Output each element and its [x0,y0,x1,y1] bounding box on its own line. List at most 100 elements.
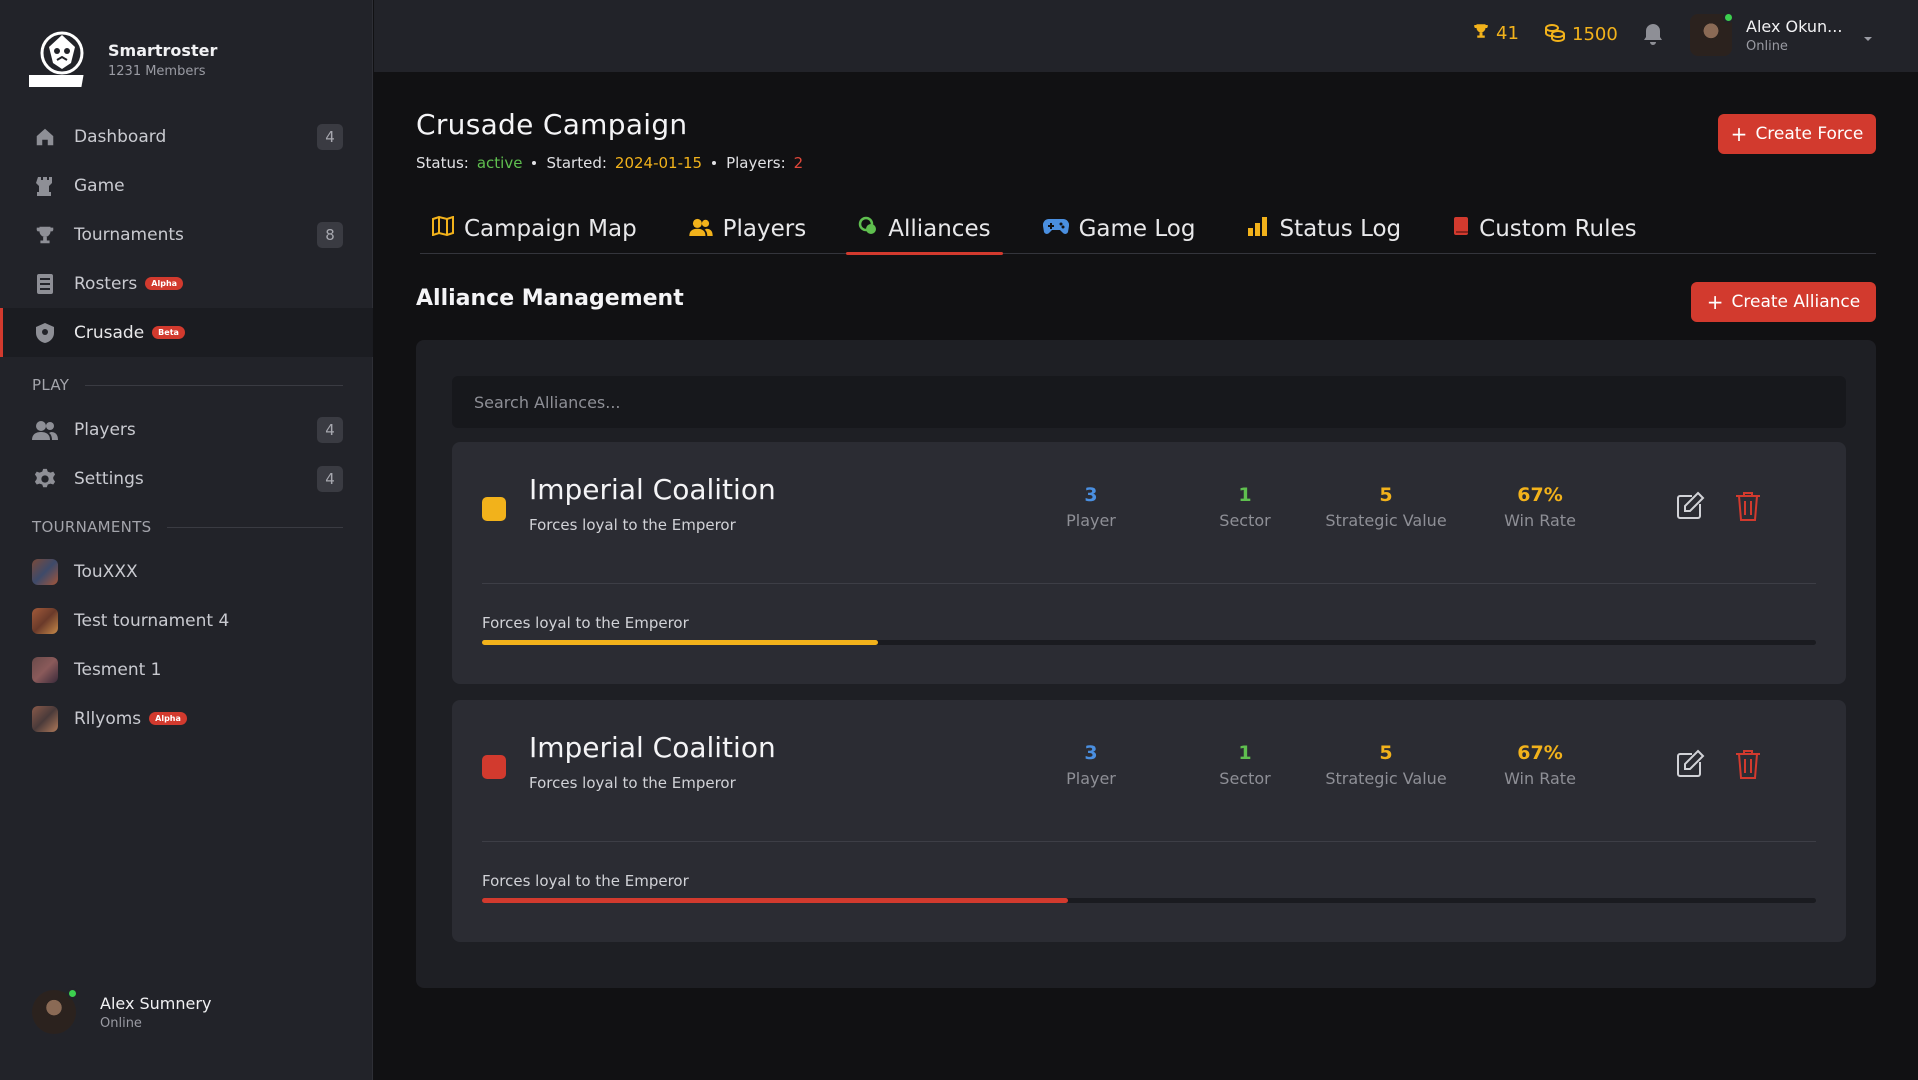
stat-win-rate: 67% Win Rate [1470,484,1610,530]
tab-custom-rules[interactable]: Custom Rules [1441,204,1648,254]
edit-icon[interactable] [1674,490,1706,526]
nav-item-game[interactable]: Game [0,161,373,210]
create-alliance-label: Create Alliance [1731,292,1861,312]
plus-icon: + [1730,122,1748,146]
status-value: active [476,154,523,172]
tournament-item[interactable]: TouXXX [0,547,373,596]
started-label: Started: [546,154,607,172]
started-value: 2024-01-15 [614,154,703,172]
tournament-item[interactable]: Tesment 1 [0,645,373,694]
section-label: PLAY [32,376,70,394]
nav-count: 4 [317,417,343,443]
stat-value: 67% [1517,742,1563,764]
trash-icon[interactable] [1734,748,1762,784]
tab-alliances[interactable]: Alliances [846,204,1003,255]
nav-count: 4 [317,466,343,492]
stat-win-rate: 67% Win Rate [1470,742,1610,788]
alliance-icon [858,216,878,242]
nav-label: Game [74,175,125,196]
topbar-user[interactable]: Alex Okun... Online [1690,12,1843,56]
bell-icon[interactable] [1642,22,1664,50]
edit-icon[interactable] [1674,748,1706,784]
nav-label: Tournaments [74,224,184,245]
brand[interactable]: Smartroster 1231 Members [28,26,217,94]
tournament-item[interactable]: Rllyoms Alpha [0,694,373,743]
avatar [32,988,78,1034]
nav-item-crusade[interactable]: Crusade Beta [0,308,373,357]
tab-players[interactable]: Players [677,204,819,254]
nav-item-dashboard[interactable]: Dashboard 4 [0,112,373,161]
stat-label: Player [1066,511,1116,530]
alliance-description: Forces loyal to the Emperor [529,774,736,792]
separator-dot [532,161,537,165]
divider [85,384,343,386]
status-label: Status: [416,154,469,172]
stat-label: Player [1066,769,1116,788]
nav-item-players[interactable]: Players 4 [0,405,373,454]
progress-label: Forces loyal to the Emperor [482,614,689,632]
stat-players: 3 Player [1021,742,1161,788]
create-force-button[interactable]: + Create Force [1718,114,1876,154]
user-status: Online [100,1015,142,1031]
users-icon [32,417,58,443]
progress-track [482,898,1816,903]
bar-chart-icon [1247,215,1269,243]
stat-value: 3 [1084,742,1098,764]
tournament-avatar [32,607,58,634]
online-indicator [67,988,78,999]
nav-item-rosters[interactable]: Rosters Alpha [0,259,373,308]
trash-icon[interactable] [1734,490,1762,526]
alliance-card: Imperial Coalition Forces loyal to the E… [452,442,1846,684]
tournament-label: TouXXX [74,561,138,582]
tournament-item[interactable]: Test tournament 4 [0,596,373,645]
stat-label: Strategic Value [1325,769,1447,788]
tab-label: Custom Rules [1479,216,1637,242]
tab-label: Alliances [888,216,991,242]
sidebar-user[interactable]: Alex Sumnery Online [32,988,211,1034]
tab-game-log[interactable]: Game Log [1031,204,1208,254]
nav-item-tournaments[interactable]: Tournaments 8 [0,210,373,259]
trophy-counter[interactable]: 41 [1472,22,1519,45]
progress-fill [482,898,1068,903]
players-label: Players: [726,154,786,172]
tournament-label: Rllyoms [74,708,142,729]
section-label: TOURNAMENTS [32,518,152,536]
page-title: Crusade Campaign [416,108,688,141]
create-alliance-button[interactable]: + Create Alliance [1691,282,1876,322]
tournament-avatar [32,656,58,683]
alliance-name: Imperial Coalition [529,731,776,764]
campaign-meta: Status: active Started: 2024-01-15 Playe… [416,154,803,172]
shield-icon [32,320,58,346]
trophy-count: 41 [1496,23,1519,44]
user-name: Alex Okun... [1746,16,1843,36]
tab-campaign-map[interactable]: Campaign Map [420,204,649,254]
plus-icon: + [1706,290,1724,314]
nav-count: 4 [317,124,343,150]
chevron-down-icon[interactable] [1862,28,1874,47]
tab-label: Game Log [1078,216,1196,242]
tab-label: Status Log [1279,216,1402,242]
sidebar: Smartroster 1231 Members Dashboard 4 Gam… [0,0,373,1080]
avatar [1690,12,1734,56]
stat-label: Sector [1219,769,1271,788]
stat-strategic-value: 5 Strategic Value [1316,484,1456,530]
nav-count: 8 [317,222,343,248]
stat-players: 3 Player [1021,484,1161,530]
tab-status-log[interactable]: Status Log [1235,204,1413,254]
map-icon [432,215,454,242]
campaign-tabs: Campaign Map Players Alliances Game Log … [420,204,1876,255]
stat-value: 3 [1084,484,1098,506]
divider [167,526,343,528]
tab-label: Campaign Map [464,216,637,242]
card-divider [482,583,1816,584]
stat-sectors: 1 Sector [1175,742,1315,788]
alliance-description: Forces loyal to the Emperor [529,516,736,534]
coins-counter[interactable]: 1500 [1544,22,1618,47]
search-alliances-input[interactable] [452,376,1846,428]
nav-label: Dashboard [74,126,167,147]
alliance-color-swatch [482,497,506,521]
gamepad-icon [1042,216,1069,242]
nav-item-settings[interactable]: Settings 4 [0,454,373,503]
alliance-name: Imperial Coalition [529,473,776,506]
trophy-icon [32,222,58,248]
